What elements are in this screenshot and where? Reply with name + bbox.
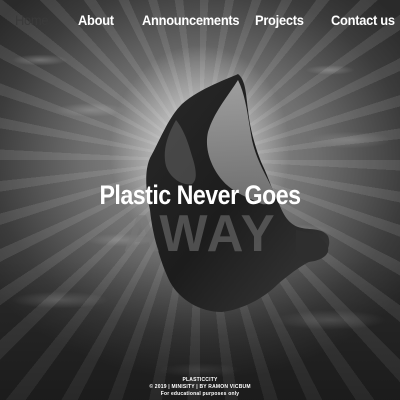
- nav-announcements[interactable]: Announcements: [142, 12, 240, 28]
- nav-home[interactable]: Home: [15, 12, 49, 28]
- page-footer: PLASTICCITY © 2019 | MINISITY | BY RAMON…: [0, 377, 400, 398]
- footer-brand: PLASTICCITY: [182, 377, 218, 383]
- main-nav: Home About Announcements Projects Contac…: [0, 12, 400, 36]
- headline-away: AWAY: [123, 205, 277, 263]
- headline-title: Plastic Never Goes: [99, 180, 301, 210]
- hero-background: Home About Announcements Projects Contac…: [0, 0, 400, 400]
- nav-contact-us[interactable]: Contact us: [331, 12, 395, 28]
- nav-projects[interactable]: Projects: [255, 12, 304, 28]
- nav-about[interactable]: About: [78, 12, 114, 28]
- footer-copyright: © 2019 | MINISITY | BY RAMON VICBUM: [149, 384, 251, 390]
- footer-disclaimer: For educational purposes only: [160, 391, 240, 397]
